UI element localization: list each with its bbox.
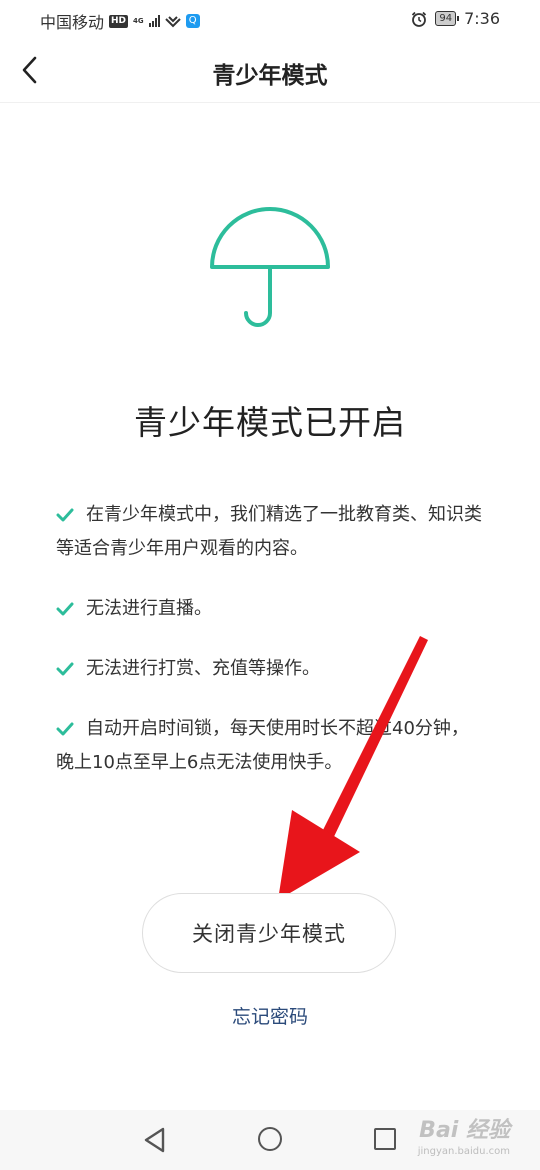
status-left: 中国移动 HD 4G Q xyxy=(40,9,200,33)
network-indicator: 4G xyxy=(133,16,144,25)
home-circle-icon[interactable] xyxy=(258,1127,282,1151)
nav-back-triangle-icon[interactable] xyxy=(143,1127,167,1153)
recent-square-icon[interactable] xyxy=(374,1128,396,1150)
list-item-text: 在青少年模式中，我们精选了一批教育类、知识类等适合青少年用户观看的内容。 xyxy=(56,504,482,559)
check-icon xyxy=(56,662,74,676)
nav-bar: 青少年模式 xyxy=(0,38,540,103)
check-icon xyxy=(56,508,74,522)
list-item: 无法进行直播。 xyxy=(56,592,486,626)
alarm-icon xyxy=(412,11,427,27)
status-headline: 青少年模式已开启 xyxy=(134,403,406,442)
app-notification-icon: Q xyxy=(185,14,200,28)
network-label: 4G xyxy=(133,16,144,25)
close-youth-mode-button[interactable]: 关闭青少年模式 xyxy=(142,893,396,973)
status-right: 94 7:36 xyxy=(411,9,500,28)
signal-icon xyxy=(148,15,160,27)
list-item-text: 无法进行直播。 xyxy=(86,598,212,619)
annotation-arrow-icon xyxy=(278,636,428,900)
umbrella-icon xyxy=(210,207,330,327)
status-bar: 中国移动 HD 4G Q 94 7:36 xyxy=(0,0,540,38)
battery-indicator: 94 xyxy=(435,11,459,26)
check-icon xyxy=(56,722,74,736)
watermark-url: jingyan.baidu.com xyxy=(417,1146,510,1157)
clock: 7:36 xyxy=(464,9,500,28)
watermark: Bai 经验 xyxy=(419,1118,510,1143)
page-title: 青少年模式 xyxy=(212,63,328,89)
carrier-label: 中国移动 xyxy=(40,13,105,32)
list-item: 在青少年模式中，我们精选了一批教育类、知识类等适合青少年用户观看的内容。 xyxy=(56,498,486,566)
check-icon xyxy=(56,602,74,616)
forgot-password-link[interactable]: 忘记密码 xyxy=(0,1002,540,1029)
hd-badge: HD xyxy=(109,14,129,28)
wifi-icon xyxy=(164,16,181,28)
